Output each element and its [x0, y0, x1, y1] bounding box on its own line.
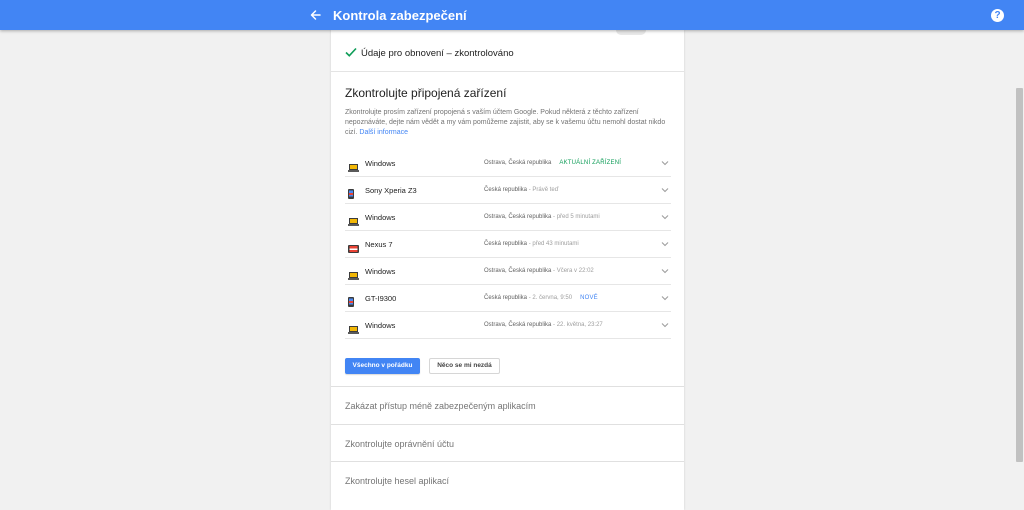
- chevron-down-icon[interactable]: [661, 241, 669, 247]
- section-label: Zkontrolujte oprávnění účtu: [345, 439, 455, 449]
- device-list: Windows Ostrava, Česká republika AKTUÁLNÍ …: [345, 150, 671, 339]
- device-row[interactable]: GT-I9300 Česká republika - 2. června, 9:5…: [345, 285, 671, 312]
- device-row[interactable]: Windows Ostrava, Česká republika AKTUÁLNÍ …: [345, 150, 671, 177]
- device-location-time: Česká republika - 2. června, 9:50 NOVÉ: [484, 295, 598, 301]
- laptop-icon: [348, 321, 359, 339]
- something-wrong-button[interactable]: Něco se mi nezdá: [429, 358, 500, 374]
- chevron-down-icon[interactable]: [661, 214, 669, 220]
- security-checkup-card: Údaje pro obnovení – zkontrolováno Zkont…: [331, 30, 684, 510]
- device-location-time: Ostrava, Česká republika - 22. května, 2…: [484, 322, 603, 328]
- back-arrow-icon: [310, 10, 321, 20]
- devices-section-title: Zkontrolujte připojená zařízení: [345, 86, 507, 100]
- device-location: Česká republika: [484, 241, 528, 247]
- device-location: Česká republika: [484, 295, 528, 301]
- learn-more-link[interactable]: Další informace: [359, 129, 408, 136]
- device-name: Windows: [365, 267, 396, 276]
- device-name: Windows: [365, 321, 396, 330]
- device-location-time: Ostrava, Česká republika AKTUÁLNÍ ZAŘÍZEN…: [484, 160, 621, 166]
- chevron-down-icon[interactable]: [661, 295, 669, 301]
- devices-section-description: Zkontrolujte prosím zařízení propojená s…: [345, 108, 667, 138]
- device-row[interactable]: Windows Ostrava, Česká republika - před 5…: [345, 204, 671, 231]
- device-row[interactable]: Nexus 7 Česká republika - před 43 minutam…: [345, 231, 671, 258]
- laptop-icon: [348, 267, 359, 285]
- help-icon[interactable]: ?: [991, 9, 1004, 22]
- device-location-time: Česká republika - před 43 minutami: [484, 241, 579, 247]
- current-device-badge: AKTUÁLNÍ ZAŘÍZENÍ: [559, 160, 622, 166]
- device-last-activity: před 43 minutami: [532, 241, 579, 247]
- chevron-down-icon[interactable]: [661, 322, 669, 328]
- chevron-down-icon[interactable]: [661, 187, 669, 193]
- device-last-activity: 22. května, 23:27: [556, 322, 603, 328]
- device-row[interactable]: Windows Ostrava, Česká republika - 22. kv…: [345, 312, 671, 339]
- phone-icon: [348, 186, 354, 204]
- device-location: Ostrava, Česká republika: [484, 214, 552, 220]
- device-location-time: Česká republika - Právě teď: [484, 187, 558, 193]
- chevron-down-icon[interactable]: [661, 268, 669, 274]
- device-name: Windows: [365, 213, 396, 222]
- back-button[interactable]: [305, 5, 325, 25]
- chevron-down-icon[interactable]: [661, 160, 669, 166]
- tablet-icon: [348, 240, 359, 258]
- check-icon: [345, 47, 357, 57]
- recovery-info-row[interactable]: Údaje pro obnovení – zkontrolováno: [331, 40, 684, 72]
- section-label: Zkontrolujte hesel aplikací: [345, 476, 450, 486]
- recovery-info-label: Údaje pro obnovení – zkontrolováno: [361, 48, 514, 59]
- phone-icon: [348, 294, 354, 312]
- device-location: Ostrava, Česká republika: [484, 322, 552, 328]
- app-bar: Kontrola zabezpečení ?: [0, 0, 1024, 30]
- all-ok-button[interactable]: Všechno v pořádku: [345, 358, 420, 374]
- new-device-badge: NOVÉ: [580, 295, 598, 301]
- device-location: Česká republika: [484, 187, 528, 193]
- page-title: Kontrola zabezpečení: [333, 8, 467, 23]
- section-app-passwords[interactable]: Zkontrolujte hesel aplikací: [331, 461, 684, 499]
- device-name: GT-I9300: [365, 294, 397, 303]
- device-last-activity: Včera v 22:02: [556, 268, 594, 274]
- device-last-activity: před 5 minutami: [556, 214, 600, 220]
- device-row[interactable]: Sony Xperia Z3 Česká republika - Právě te…: [345, 177, 671, 204]
- device-name: Windows: [365, 159, 396, 168]
- device-location-time: Ostrava, Česká republika - před 5 minuta…: [484, 214, 600, 220]
- device-location: Ostrava, Česká republika: [484, 160, 552, 166]
- section-account-permissions[interactable]: Zkontrolujte oprávnění účtu: [331, 424, 684, 462]
- device-name: Sony Xperia Z3: [365, 186, 417, 195]
- device-location-time: Ostrava, Česká republika - Včera v 22:02: [484, 268, 594, 274]
- section-label: Zakázat přístup méně zabezpečeným aplika…: [345, 401, 536, 411]
- laptop-icon: [348, 159, 359, 177]
- device-last-activity: Právě teď: [532, 187, 559, 193]
- section-less-secure-apps[interactable]: Zakázat přístup méně zabezpečeným aplika…: [331, 386, 684, 424]
- device-location: Ostrava, Česká republika: [484, 268, 552, 274]
- scrollbar-thumb[interactable]: [1016, 88, 1023, 462]
- laptop-icon: [348, 213, 359, 231]
- card-tab-decoration: [616, 30, 646, 35]
- device-last-activity: 2. června, 9:50: [532, 295, 573, 301]
- device-row[interactable]: Windows Ostrava, Česká republika - Včera …: [345, 258, 671, 285]
- device-name: Nexus 7: [365, 240, 393, 249]
